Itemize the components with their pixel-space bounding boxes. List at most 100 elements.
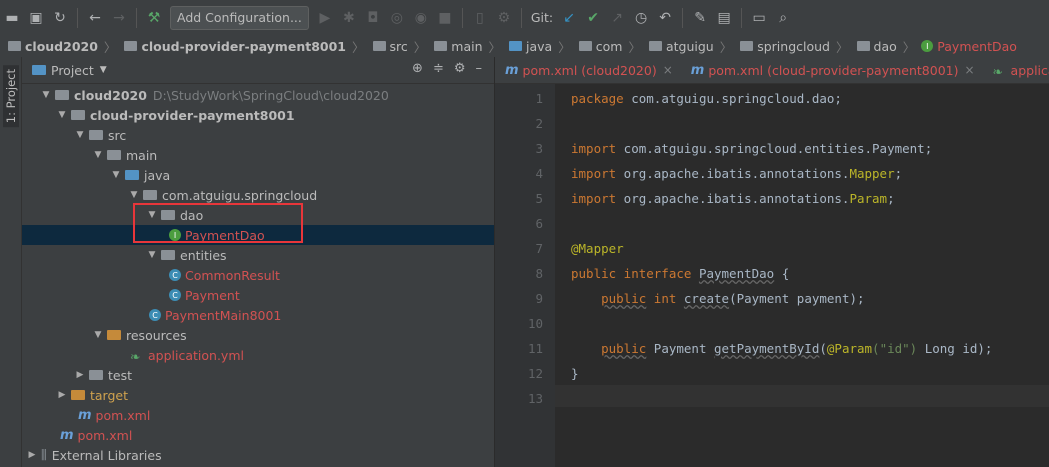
- build-hammer-icon[interactable]: ⚒: [143, 7, 165, 29]
- tree-item-cloud2020[interactable]: ▼ cloud2020 D:\StudyWork\SpringCloud\clo…: [22, 85, 494, 105]
- tree-item-module[interactable]: ▼ cloud-provider-payment8001: [22, 105, 494, 125]
- tree-item-payment[interactable]: C Payment: [22, 285, 494, 305]
- breadcrumb-item-main[interactable]: main 〉: [426, 37, 501, 56]
- tree-item-package[interactable]: ▼ com.atguigu.springcloud: [22, 185, 494, 205]
- git-push-icon[interactable]: ↗: [606, 7, 628, 29]
- tree-item-application-yml[interactable]: ❧ application.yml: [22, 345, 494, 365]
- code-line[interactable]: import org.apache.ibatis.annotations.Map…: [571, 166, 902, 181]
- code-line[interactable]: }: [571, 366, 579, 381]
- tree-item-target[interactable]: ▶ target: [22, 385, 494, 405]
- breadcrumb-item-atguigu[interactable]: atguigu 〉: [641, 37, 732, 56]
- project-view-selector[interactable]: Project ▼: [32, 63, 107, 78]
- git-commit-icon[interactable]: ✔: [582, 7, 604, 29]
- tree-item-java[interactable]: ▼ java: [22, 165, 494, 185]
- folder-icon: [107, 150, 121, 160]
- search-icon[interactable]: ⌕: [772, 7, 794, 29]
- project-panel: Project ▼ ⊕ ≑ ⚙ – ▼ cloud2020 D:\StudyWo…: [22, 57, 495, 467]
- tree-item-external-libraries[interactable]: ▶ ⫼ External Libraries: [22, 445, 494, 465]
- tree-item-commonresult[interactable]: C CommonResult: [22, 265, 494, 285]
- tab-pom-payment[interactable]: m pom.xml (cloud-provider-payment8001) ×: [681, 57, 983, 83]
- git-history-icon[interactable]: ◷: [630, 7, 652, 29]
- breadcrumb-item-java[interactable]: java 〉: [501, 37, 571, 56]
- tree-item-entities[interactable]: ▼ entities: [22, 245, 494, 265]
- tree-item-root-pom[interactable]: m pom.xml: [22, 425, 494, 445]
- hide-icon[interactable]: –: [476, 61, 483, 76]
- tab-application-yml[interactable]: ❧ application.y: [983, 57, 1049, 83]
- spring-leaf-icon: ❧: [130, 349, 141, 364]
- folder-icon: [89, 130, 103, 140]
- breadcrumb-item-com[interactable]: com 〉: [571, 37, 641, 56]
- tree-item-main[interactable]: ▼ main: [22, 145, 494, 165]
- git-update-icon[interactable]: ↙: [558, 7, 580, 29]
- expand-arrow-icon[interactable]: ▼: [92, 330, 104, 340]
- debug-icon[interactable]: ✱: [338, 7, 360, 29]
- open-folder-icon[interactable]: ▬: [1, 7, 23, 29]
- tree-item-resources[interactable]: ▼ resources: [22, 325, 494, 345]
- expand-arrow-icon[interactable]: ▼: [56, 110, 68, 120]
- collapsed-arrow-icon[interactable]: ▶: [56, 390, 68, 400]
- coverage-icon[interactable]: ◘: [362, 7, 384, 29]
- spring-leaf-icon: ❧: [992, 64, 1004, 79]
- expand-arrow-icon[interactable]: ▼: [110, 170, 122, 180]
- sync-icon[interactable]: ↻: [49, 7, 71, 29]
- collapsed-arrow-icon[interactable]: ▶: [74, 370, 86, 380]
- code-line[interactable]: package com.atguigu.springcloud.dao;: [571, 91, 842, 106]
- code-line[interactable]: @Mapper: [571, 241, 624, 256]
- breadcrumb-item-springcloud[interactable]: springcloud 〉: [732, 37, 849, 56]
- expand-arrow-icon[interactable]: ▼: [146, 250, 158, 260]
- collapse-all-icon[interactable]: ≑: [433, 61, 444, 76]
- line-number: 9: [535, 291, 543, 306]
- breadcrumb-item-cloud2020[interactable]: cloud2020 〉: [0, 37, 116, 56]
- line-number: 2: [535, 116, 543, 131]
- expand-arrow-icon[interactable]: ▼: [128, 190, 140, 200]
- add-configuration-button[interactable]: Add Configuration...: [170, 5, 309, 30]
- spring-boot-class-icon: C: [149, 309, 161, 321]
- folder-icon: [89, 370, 103, 380]
- project-panel-header: Project ▼ ⊕ ≑ ⚙ –: [22, 57, 494, 84]
- expand-arrow-icon[interactable]: ▼: [74, 130, 86, 140]
- profile-icon[interactable]: ◎: [386, 7, 408, 29]
- code-line[interactable]: public interface PaymentDao {: [571, 266, 789, 281]
- code-line[interactable]: public int create(Payment payment);: [571, 291, 864, 306]
- back-arrow-icon[interactable]: ←: [84, 7, 106, 29]
- forward-arrow-icon[interactable]: →: [108, 7, 130, 29]
- collapsed-arrow-icon[interactable]: ▶: [26, 450, 38, 460]
- attach-icon[interactable]: ▯: [469, 7, 491, 29]
- breadcrumb: cloud2020 〉 cloud-provider-payment8001 〉 s…: [0, 35, 1049, 58]
- line-number: 1: [535, 91, 543, 106]
- close-tab-icon[interactable]: ×: [663, 63, 673, 77]
- folder-icon: [434, 41, 448, 51]
- source-folder-icon: [125, 170, 139, 180]
- tree-item-test[interactable]: ▶ test: [22, 365, 494, 385]
- code-editor: m pom.xml (cloud2020) × m pom.xml (cloud…: [495, 57, 1049, 467]
- package-icon: [856, 41, 870, 51]
- terminal-icon[interactable]: ▭: [748, 7, 770, 29]
- breadcrumb-item-module[interactable]: cloud-provider-payment8001 〉: [116, 37, 365, 56]
- breadcrumb-item-src[interactable]: src 〉: [365, 37, 426, 56]
- toolbar-divider: [136, 7, 137, 28]
- code-line[interactable]: import org.apache.ibatis.annotations.Par…: [571, 191, 895, 206]
- tab-pom-cloud2020[interactable]: m pom.xml (cloud2020) ×: [495, 57, 681, 83]
- breadcrumb-item-dao[interactable]: dao 〉: [849, 37, 915, 56]
- git-rollback-icon[interactable]: ↶: [654, 7, 676, 29]
- gear-icon[interactable]: ⚙: [454, 61, 466, 76]
- left-tool-strip: 1: Project: [0, 57, 22, 467]
- run-with-icon[interactable]: ◉: [410, 7, 432, 29]
- locate-target-icon[interactable]: ⊕: [412, 61, 423, 76]
- breadcrumb-item-paymentdao[interactable]: I PaymentDao: [915, 39, 1017, 54]
- settings-wrench-icon[interactable]: ✎: [689, 7, 711, 29]
- save-icon[interactable]: ▣: [25, 7, 47, 29]
- close-tab-icon[interactable]: ×: [964, 63, 974, 77]
- run-icon[interactable]: ▶: [314, 7, 336, 29]
- code-line[interactable]: import com.atguigu.springcloud.entities.…: [571, 141, 932, 156]
- expand-arrow-icon[interactable]: ▼: [40, 90, 52, 100]
- project-structure-icon[interactable]: ▤: [713, 7, 735, 29]
- tree-item-paymentmain[interactable]: C PaymentMain8001: [22, 305, 494, 325]
- code-line[interactable]: public Payment getPaymentById(@Param("id…: [571, 341, 992, 356]
- expand-arrow-icon[interactable]: ▼: [92, 150, 104, 160]
- stop-icon[interactable]: ■: [434, 7, 456, 29]
- project-tool-tab[interactable]: 1: Project: [3, 65, 19, 128]
- search-everywhere-icon[interactable]: ⚙: [493, 7, 515, 29]
- tree-item-src[interactable]: ▼ src: [22, 125, 494, 145]
- tree-item-module-pom[interactable]: m pom.xml: [22, 405, 494, 425]
